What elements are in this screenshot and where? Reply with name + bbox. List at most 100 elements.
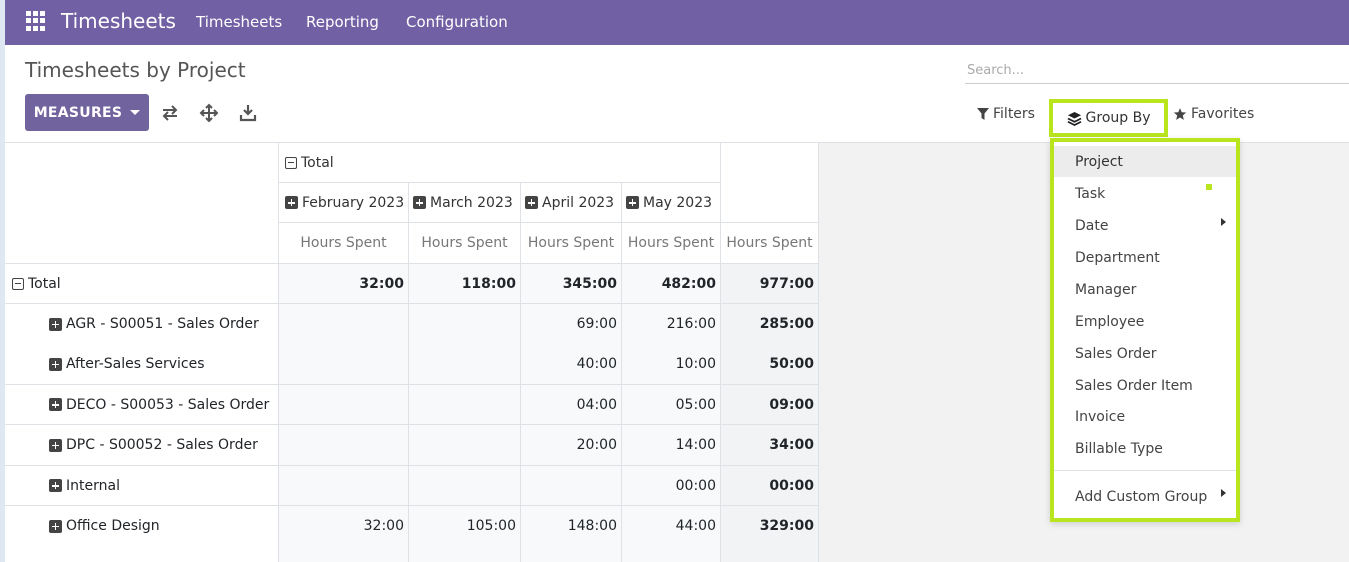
measure-header[interactable]: Hours Spent [521, 223, 622, 264]
pivot-cell[interactable]: 05:00 [622, 385, 721, 425]
pivot-cell[interactable]: 118:00 [409, 264, 521, 304]
pivot-cell[interactable]: 04:00 [521, 385, 622, 425]
groupby-option-manager[interactable]: Manager [1054, 274, 1236, 305]
apps-grid-icon[interactable] [26, 11, 46, 31]
groupby-option-sales-order[interactable]: Sales Order [1054, 338, 1236, 369]
pivot-cell[interactable]: 32:00 [279, 506, 409, 547]
pivot-cell[interactable] [622, 546, 721, 562]
row-header-total[interactable]: Total [5, 264, 279, 304]
row-header[interactable] [5, 546, 279, 562]
row-label: Office Design [66, 518, 160, 534]
add-custom-group-label: Add Custom Group [1075, 488, 1208, 505]
col-header-blank [721, 143, 819, 223]
favorites-toggle[interactable]: Favorites [1173, 106, 1254, 122]
search-input[interactable] [965, 57, 1349, 83]
groupby-option-sales-order-item[interactable]: Sales Order Item [1054, 370, 1236, 401]
groupby-toggle[interactable]: Group By [1049, 99, 1168, 137]
app-title[interactable]: Timesheets [61, 9, 176, 33]
pivot-cell[interactable]: 345:00 [521, 264, 622, 304]
col-header-total[interactable]: Total [279, 143, 721, 183]
pivot-cell[interactable]: 148:00 [521, 506, 622, 547]
search-bar[interactable] [965, 57, 1349, 84]
pivot-cell[interactable]: 20:00 [521, 425, 622, 466]
menu-configuration[interactable]: Configuration [406, 13, 508, 31]
measure-header[interactable]: Hours Spent [622, 223, 721, 264]
row-label: AGR - S00051 - Sales Order [66, 316, 259, 332]
flip-axis-icon[interactable] [160, 103, 180, 123]
pivot-cell-total[interactable]: 09:00 [721, 385, 819, 425]
layers-icon [1067, 111, 1081, 126]
groupby-option-department[interactable]: Department [1054, 242, 1236, 273]
pivot-cell-total[interactable]: 977:00 [721, 264, 819, 304]
groupby-option-date[interactable]: Date [1054, 210, 1236, 241]
row-header[interactable]: AGR - S00051 - Sales Order [5, 304, 279, 345]
pivot-cell-total[interactable]: 00:00 [721, 466, 819, 506]
filters-label: Filters [993, 106, 1035, 122]
groupby-option-billable-type[interactable]: Billable Type [1054, 433, 1236, 464]
row-header[interactable]: After-Sales Services [5, 344, 279, 385]
col-header-month[interactable]: February 2023 [279, 183, 409, 223]
star-icon [1173, 108, 1187, 120]
add-custom-group[interactable]: Add Custom Group [1054, 481, 1236, 512]
month-label: March 2023 [430, 194, 513, 211]
measure-header[interactable]: Hours Spent [279, 223, 409, 264]
expand-all-icon[interactable] [199, 103, 219, 123]
col-header-month[interactable]: April 2023 [521, 183, 622, 223]
pivot-cell[interactable] [409, 466, 521, 506]
groupby-label: Group By [1085, 110, 1151, 126]
pivot-cell[interactable] [409, 546, 521, 562]
pivot-cell[interactable]: 482:00 [622, 264, 721, 304]
col-header-month[interactable]: March 2023 [409, 183, 521, 223]
pivot-cell[interactable] [279, 344, 409, 385]
pivot-cell-total[interactable]: 285:00 [721, 304, 819, 345]
pivot-cell[interactable] [279, 466, 409, 506]
pivot-cell[interactable] [409, 304, 521, 345]
pivot-cell-total[interactable]: 34:00 [721, 425, 819, 466]
pivot-cell[interactable]: 69:00 [521, 304, 622, 345]
download-icon[interactable] [238, 103, 258, 123]
row-header[interactable]: DPC - S00052 - Sales Order [5, 425, 279, 466]
pivot-cell[interactable]: 10:00 [622, 344, 721, 385]
pivot-cell[interactable]: 44:00 [622, 506, 721, 547]
measures-button[interactable]: MEASURES [25, 94, 149, 131]
row-header[interactable]: Office Design [5, 506, 279, 547]
groupby-option-employee[interactable]: Employee [1054, 306, 1236, 337]
groupby-option-project[interactable]: Project [1054, 146, 1236, 177]
pivot-cell[interactable]: 105:00 [409, 506, 521, 547]
pivot-cell[interactable] [279, 425, 409, 466]
pivot-cell[interactable]: 14:00 [622, 425, 721, 466]
pivot-cell[interactable] [521, 466, 622, 506]
pivot-cell-total[interactable]: 50:00 [721, 344, 819, 385]
measure-header[interactable]: Hours Spent [721, 223, 819, 264]
filters-toggle[interactable]: Filters [977, 106, 1035, 122]
month-label: April 2023 [542, 194, 615, 211]
pivot-cell[interactable] [721, 546, 819, 562]
groupby-option-invoice[interactable]: Invoice [1054, 401, 1236, 432]
pivot-cell[interactable]: 40:00 [521, 344, 622, 385]
pivot-table: Total February 2023 March 2023 April 202… [5, 143, 819, 562]
caret-right-icon [1221, 489, 1226, 497]
pivot-cell[interactable] [409, 344, 521, 385]
col-header-month[interactable]: May 2023 [622, 183, 721, 223]
pivot-cell[interactable] [279, 546, 409, 562]
filter-icon [977, 108, 989, 120]
favorites-label: Favorites [1191, 106, 1255, 122]
pivot-cell-total[interactable]: 329:00 [721, 506, 819, 547]
pivot-cell[interactable] [279, 385, 409, 425]
row-header[interactable]: DECO - S00053 - Sales Order [5, 385, 279, 425]
measure-header[interactable]: Hours Spent [409, 223, 521, 264]
expand-icon [49, 519, 62, 533]
row-label: Internal [66, 477, 120, 494]
pivot-cell[interactable] [409, 385, 521, 425]
pivot-cell[interactable]: 216:00 [622, 304, 721, 345]
pivot-cell[interactable]: 32:00 [279, 264, 409, 304]
groupby-dropdown: Project Task Date Department Manager Emp… [1050, 138, 1240, 522]
menu-timesheets[interactable]: Timesheets [196, 13, 282, 31]
row-header[interactable]: Internal [5, 466, 279, 506]
pivot-cell[interactable] [521, 546, 622, 562]
menu-reporting[interactable]: Reporting [306, 13, 379, 31]
pivot-cell[interactable]: 00:00 [622, 466, 721, 506]
pivot-cell[interactable] [279, 304, 409, 345]
pivot-cell[interactable] [409, 425, 521, 466]
groupby-option-task[interactable]: Task [1054, 178, 1236, 209]
